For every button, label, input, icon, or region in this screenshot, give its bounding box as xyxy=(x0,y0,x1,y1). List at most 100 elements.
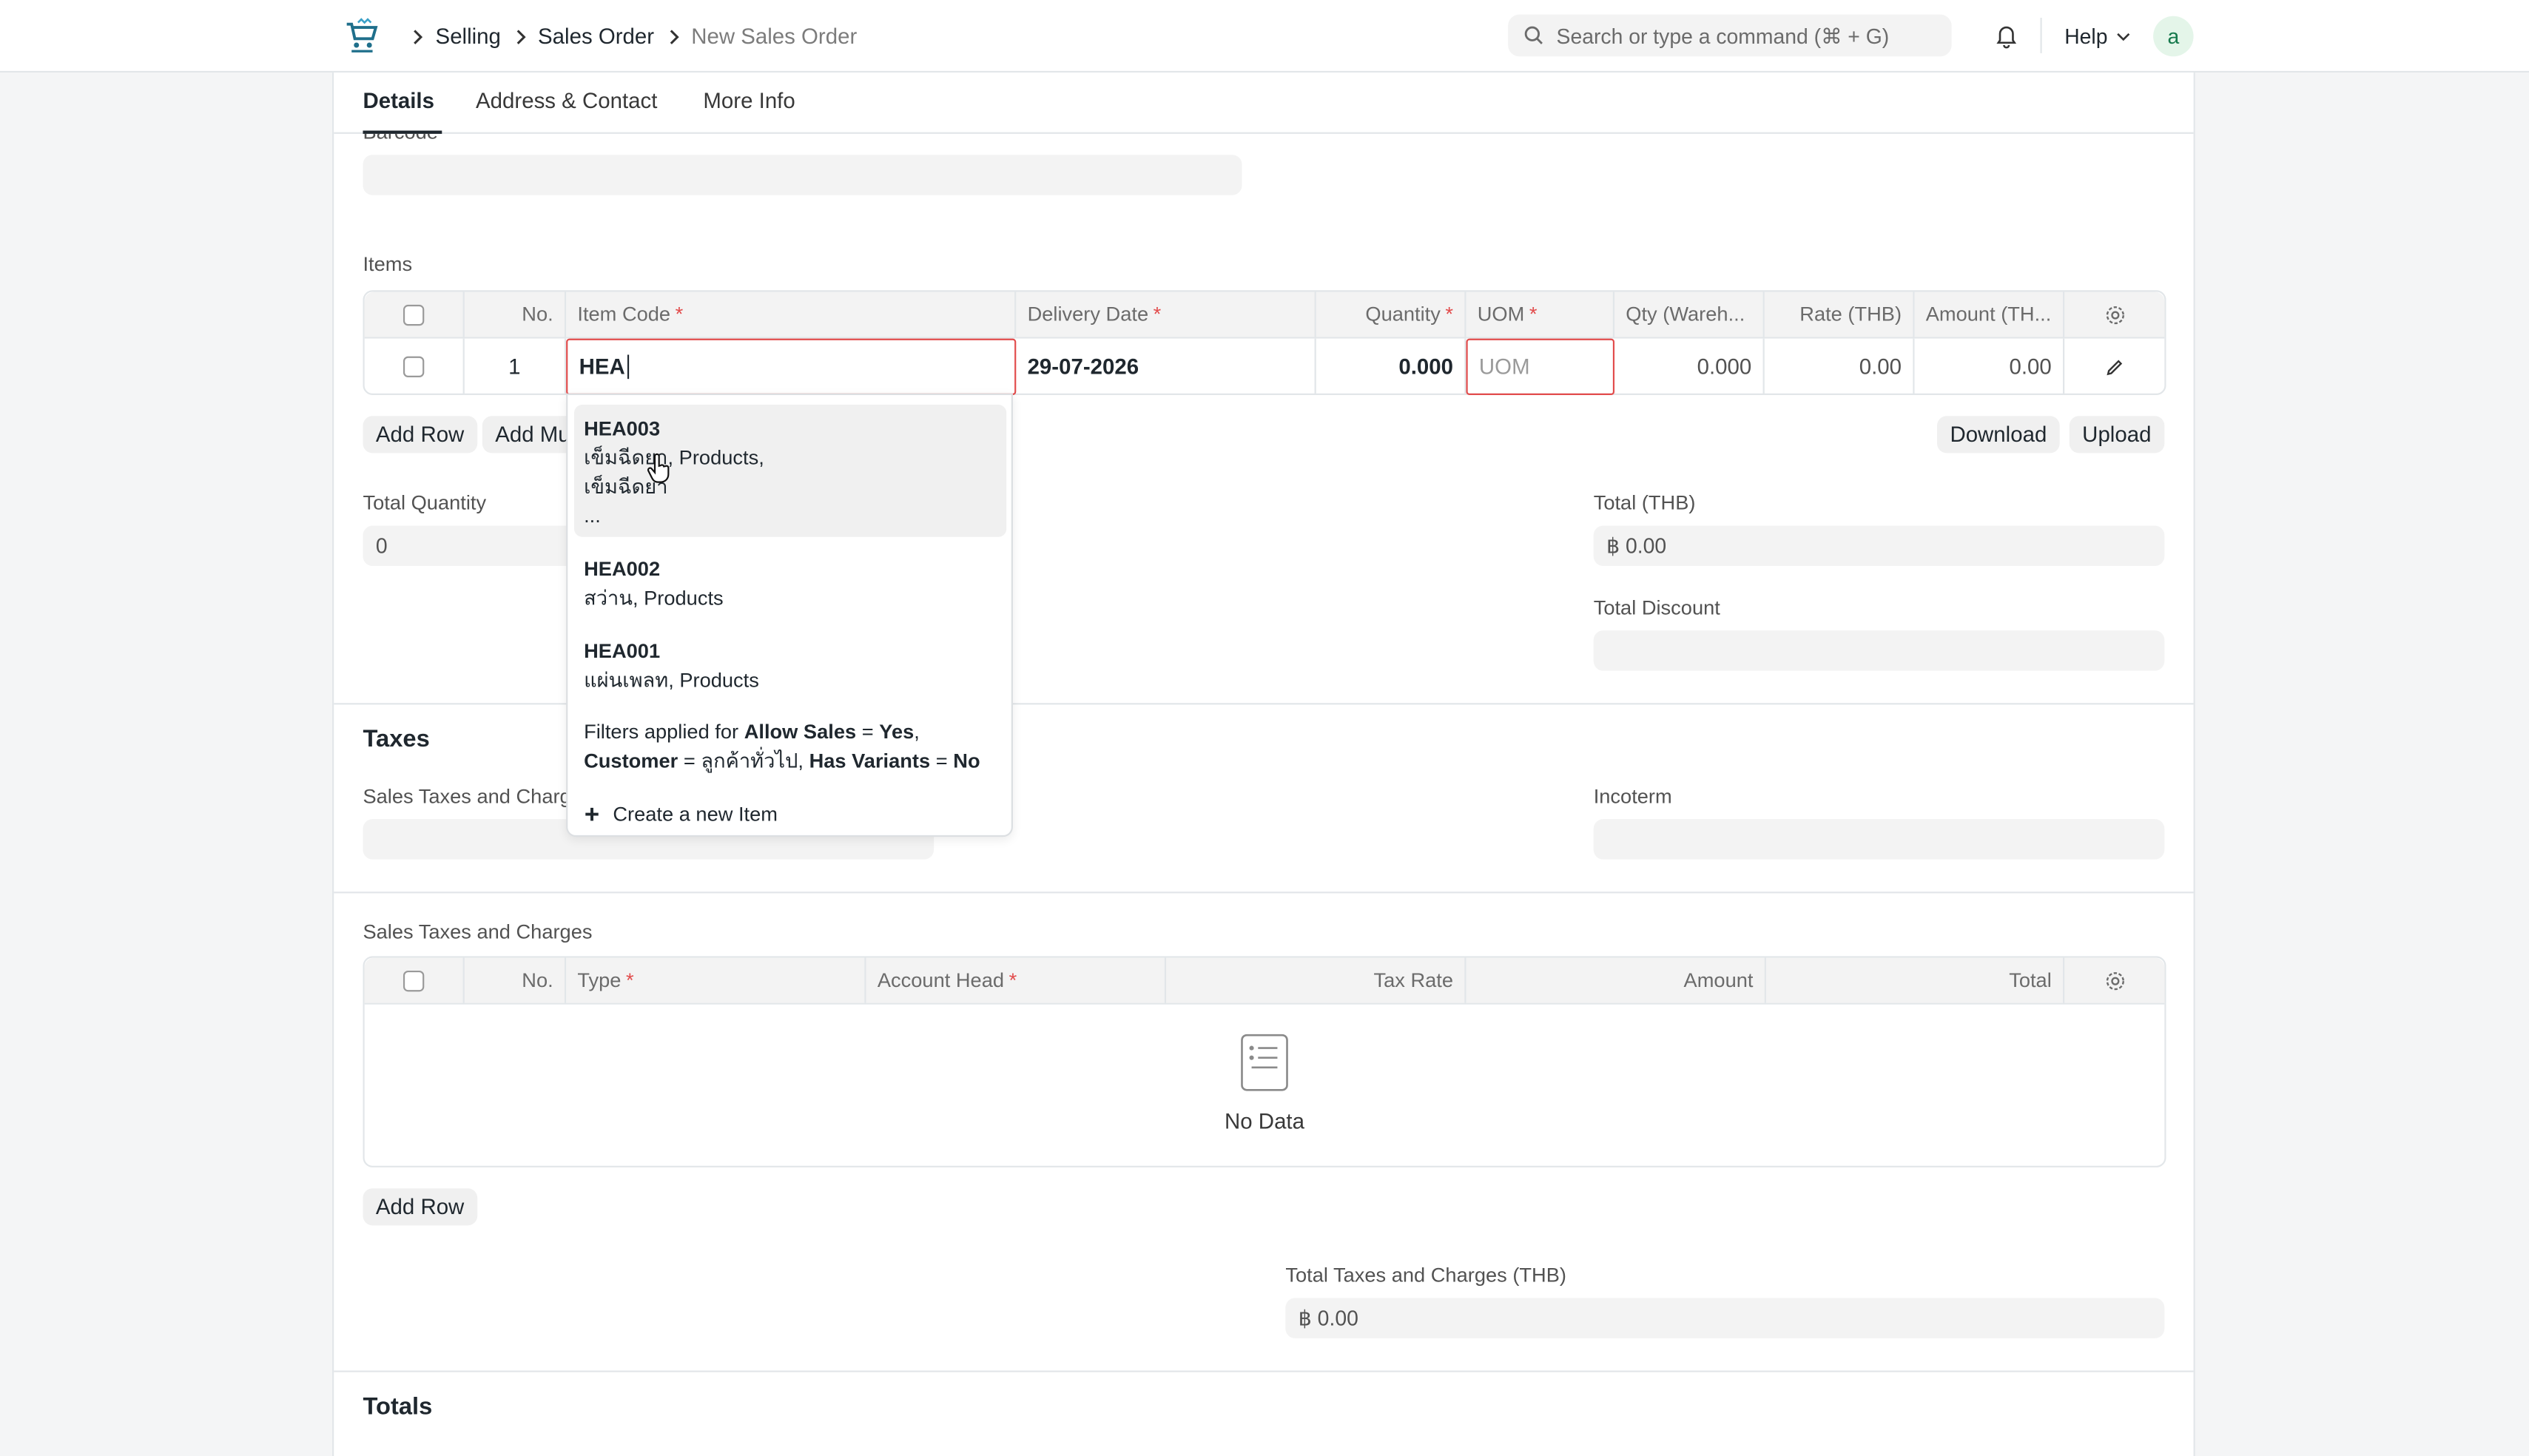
total-discount-field xyxy=(1593,630,2165,671)
col-no-label: No. xyxy=(522,303,553,326)
col-tax-amount-label: Amount xyxy=(1683,968,1754,992)
empty-list-icon xyxy=(1241,1034,1288,1091)
add-row-button[interactable]: Add Row xyxy=(363,416,477,454)
autocomplete-option-hea002[interactable]: HEA002 สว่าน, Products xyxy=(574,545,1006,623)
uom-input[interactable]: UOM xyxy=(1466,338,1615,395)
items-label: Items xyxy=(363,253,413,276)
option-code: HEA002 xyxy=(584,558,661,581)
help-dropdown[interactable]: Help xyxy=(2064,0,2130,73)
select-all-cell xyxy=(365,291,465,337)
row-select-cell xyxy=(365,338,465,395)
col-tax-amount: Amount xyxy=(1466,957,1766,1003)
col-tax-total-label: Total xyxy=(2009,968,2052,992)
grid-settings-cell xyxy=(2064,291,2164,337)
item-code-value: HEA xyxy=(579,354,625,380)
barcode-label: Barcode xyxy=(363,134,437,144)
filter-value: No xyxy=(953,749,980,772)
filter-eq: = xyxy=(861,721,874,744)
barcode-input[interactable] xyxy=(363,155,1242,195)
chevron-down-icon xyxy=(2116,32,2129,41)
breadcrumb-sales-order[interactable]: Sales Order xyxy=(538,24,654,49)
rate-cell[interactable]: 0.00 xyxy=(1765,338,1915,395)
option-description: เข็มฉีดยา, Products, xyxy=(584,446,764,470)
option-description: ... xyxy=(584,505,601,528)
row-checkbox[interactable] xyxy=(403,356,425,377)
hand-cursor-icon xyxy=(647,453,670,483)
quantity-cell[interactable]: 0.000 xyxy=(1316,338,1466,395)
avatar[interactable]: a xyxy=(2153,16,2194,57)
text-caret xyxy=(626,354,629,380)
total-taxes-label: Total Taxes and Charges (THB) xyxy=(1285,1264,1566,1287)
totals-section-title[interactable]: Totals xyxy=(363,1393,432,1420)
item-code-input[interactable]: HEA xyxy=(566,338,1017,395)
option-code: HEA001 xyxy=(584,640,661,663)
incoterm-input[interactable] xyxy=(1593,819,2165,860)
taxes-section-title[interactable]: Taxes xyxy=(363,726,429,753)
required-marker: * xyxy=(626,968,634,992)
autocomplete-option-hea001[interactable]: HEA001 แผ่นเพลท, Products xyxy=(574,627,1006,705)
select-all-checkbox[interactable] xyxy=(403,303,425,326)
app-logo[interactable] xyxy=(342,16,380,55)
table-row[interactable]: 1 HEA 29-07-2026 0.000 UOM 0.000 0.00 0.… xyxy=(365,338,2165,395)
search-input[interactable] xyxy=(1556,23,1944,48)
chevron-right-icon xyxy=(667,28,680,44)
breadcrumb-current: New Sales Order xyxy=(691,24,858,49)
add-tax-row-button[interactable]: Add Row xyxy=(363,1188,477,1226)
qty-warehouse-cell[interactable]: 0.000 xyxy=(1614,338,1765,395)
add-multiple-button[interactable]: Add Mu xyxy=(482,416,577,454)
incoterm-label: Incoterm xyxy=(1593,785,1672,808)
col-no: No. xyxy=(465,957,567,1003)
amount-cell[interactable]: 0.00 xyxy=(1914,338,2065,395)
filter-key: Customer xyxy=(584,749,678,772)
row-edit-cell xyxy=(2064,339,2164,395)
chevron-right-icon xyxy=(411,28,424,44)
awesomebar[interactable] xyxy=(1508,14,1952,57)
col-delivery-date-label: Delivery Date xyxy=(1027,303,1149,326)
applied-filters-note: Filters applied for Allow Sales = Yes, C… xyxy=(584,721,980,772)
col-uom-label: UOM xyxy=(1477,303,1525,326)
autocomplete-option-hea003[interactable]: HEA003 เข็มฉีดยา, Products, เข็มฉีดยา ..… xyxy=(574,405,1007,537)
taxes-template-label: Sales Taxes and Charg xyxy=(363,785,571,808)
row-no: 1 xyxy=(465,338,567,395)
section-divider xyxy=(334,1370,2194,1372)
filter-eq: = xyxy=(935,749,948,772)
navbar-divider xyxy=(2040,17,2042,53)
chevron-right-icon xyxy=(513,28,526,44)
col-tax-rate: Tax Rate xyxy=(1166,957,1466,1003)
create-new-item-label: Create a new Item xyxy=(613,803,778,826)
col-item-code-label: Item Code xyxy=(577,303,671,326)
gear-icon[interactable] xyxy=(2104,970,2125,991)
gear-icon[interactable] xyxy=(2104,304,2125,325)
filter-value: Yes xyxy=(879,721,915,744)
notification-bell-icon[interactable] xyxy=(1993,23,2019,49)
tab-address-contact[interactable]: Address & Contact xyxy=(476,89,657,113)
option-description: แผ่นเพลท, Products xyxy=(584,669,759,692)
select-all-checkbox[interactable] xyxy=(403,969,425,991)
total-quantity-label: Total Quantity xyxy=(363,491,487,515)
required-marker: * xyxy=(1445,303,1454,326)
required-marker: * xyxy=(675,303,684,326)
taxes-table-header: No. Type * Account Head * Tax Rate Amount … xyxy=(364,957,2165,1005)
option-code: HEA003 xyxy=(584,417,661,440)
filter-key: Has Variants xyxy=(809,749,931,772)
tab-more-info[interactable]: More Info xyxy=(703,89,795,113)
col-account-head: Account Head * xyxy=(866,957,1167,1003)
option-description: สว่าน, Products xyxy=(584,587,724,610)
col-amount-label: Amount (TH... xyxy=(1925,303,2052,326)
filters-prefix: Filters applied for xyxy=(584,721,739,744)
create-new-item-option[interactable]: Create a new Item xyxy=(584,803,778,826)
form-tabs: Details Address & Contact More Info xyxy=(334,73,2194,134)
col-qty-warehouse-label: Qty (Wareh... xyxy=(1626,303,1745,326)
delivery-date-cell[interactable]: 29-07-2026 xyxy=(1016,338,1316,395)
download-button[interactable]: Download xyxy=(1937,416,2060,454)
breadcrumb-selling[interactable]: Selling xyxy=(436,24,501,49)
select-all-cell xyxy=(365,957,465,1003)
tab-details[interactable]: Details xyxy=(363,89,434,113)
required-marker: * xyxy=(1529,303,1538,326)
edit-pencil-icon[interactable] xyxy=(2105,357,2124,377)
col-rate: Rate (THB) xyxy=(1765,291,1915,337)
col-item-code: Item Code * xyxy=(566,291,1017,337)
filter-eq: = xyxy=(683,749,696,772)
col-uom: UOM * xyxy=(1466,291,1615,337)
upload-button[interactable]: Upload xyxy=(2069,416,2164,454)
